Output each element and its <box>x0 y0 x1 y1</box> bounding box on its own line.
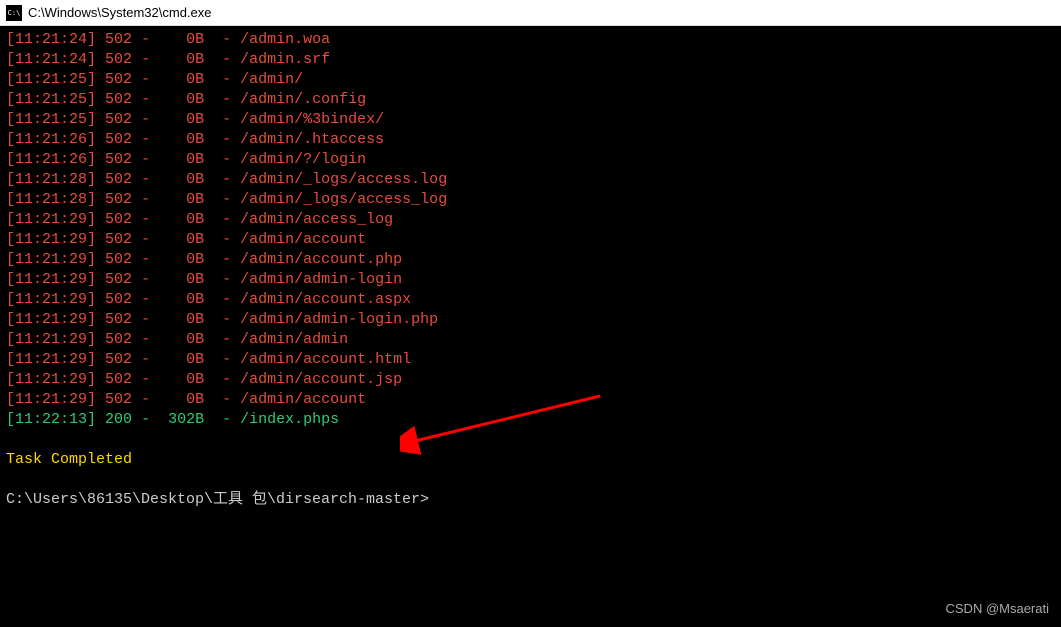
cmd-icon <box>6 5 22 21</box>
log-line: [11:21:29] 502 - 0B - /admin/admin-login… <box>6 310 1055 330</box>
log-line: [11:22:13] 200 - 302B - /index.phps <box>6 410 1055 430</box>
window-title: C:\Windows\System32\cmd.exe <box>28 5 212 20</box>
log-line: [11:21:29] 502 - 0B - /admin/account.jsp <box>6 370 1055 390</box>
log-line: [11:21:26] 502 - 0B - /admin/?/login <box>6 150 1055 170</box>
task-completed-label: Task Completed <box>6 450 1055 470</box>
log-line: [11:21:25] 502 - 0B - /admin/%3bindex/ <box>6 110 1055 130</box>
terminal-body[interactable]: [11:21:24] 502 - 0B - /admin.woa[11:21:2… <box>0 26 1061 627</box>
log-line: [11:21:29] 502 - 0B - /admin/admin-login <box>6 270 1055 290</box>
command-prompt[interactable]: C:\Users\86135\Desktop\工具 包\dirsearch-ma… <box>6 490 1055 510</box>
watermark-text: CSDN @Msaerati <box>946 599 1050 619</box>
log-line: [11:21:26] 502 - 0B - /admin/.htaccess <box>6 130 1055 150</box>
log-line: [11:21:28] 502 - 0B - /admin/_logs/acces… <box>6 190 1055 210</box>
log-line: [11:21:24] 502 - 0B - /admin.woa <box>6 30 1055 50</box>
log-line: [11:21:29] 502 - 0B - /admin/access_log <box>6 210 1055 230</box>
log-line: [11:21:29] 502 - 0B - /admin/account.asp… <box>6 290 1055 310</box>
log-line: [11:21:29] 502 - 0B - /admin/admin <box>6 330 1055 350</box>
log-line: [11:21:24] 502 - 0B - /admin.srf <box>6 50 1055 70</box>
window-title-bar: C:\Windows\System32\cmd.exe <box>0 0 1061 26</box>
log-line: [11:21:29] 502 - 0B - /admin/account.htm… <box>6 350 1055 370</box>
log-line: [11:21:29] 502 - 0B - /admin/account.php <box>6 250 1055 270</box>
log-line: [11:21:25] 502 - 0B - /admin/ <box>6 70 1055 90</box>
log-line: [11:21:29] 502 - 0B - /admin/account <box>6 390 1055 410</box>
log-line: [11:21:25] 502 - 0B - /admin/.config <box>6 90 1055 110</box>
log-line: [11:21:29] 502 - 0B - /admin/account <box>6 230 1055 250</box>
log-line: [11:21:28] 502 - 0B - /admin/_logs/acces… <box>6 170 1055 190</box>
log-output: [11:21:24] 502 - 0B - /admin.woa[11:21:2… <box>6 30 1055 430</box>
